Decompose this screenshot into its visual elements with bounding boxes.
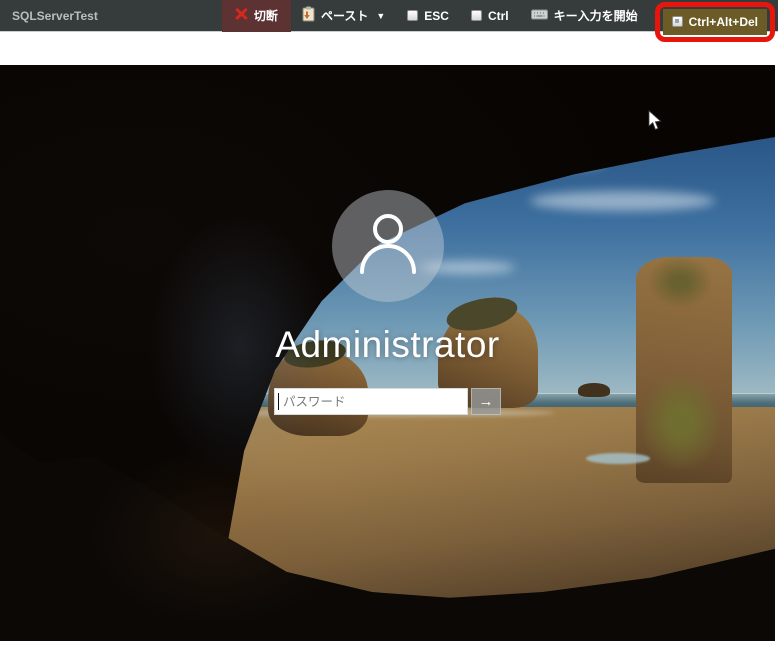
wallpaper-tide-pool: [586, 453, 650, 464]
mouse-cursor-icon: [648, 109, 662, 136]
user-avatar: [331, 190, 444, 302]
keyboard-icon: [530, 9, 548, 23]
disconnect-button[interactable]: 切断: [221, 0, 291, 32]
toolbar-buttons: 切断 ペースト ▼ ESC Ctrl キー入力を開始 Ctrl+Alt+Del: [221, 0, 775, 42]
wallpaper-cave-sheen: [85, 443, 350, 628]
start-key-input-button[interactable]: キー入力を開始: [520, 0, 649, 32]
annotation-highlight: Ctrl+Alt+Del: [654, 1, 775, 42]
remote-desktop-screen[interactable]: Administrator →: [0, 65, 775, 641]
password-submit-button[interactable]: →: [471, 388, 501, 415]
start-key-input-label: キー入力を開始: [553, 9, 638, 23]
ctrl-alt-del-label: Ctrl+Alt+Del: [688, 14, 758, 29]
ctrl-button[interactable]: Ctrl: [460, 0, 520, 32]
password-field-wrap: [274, 388, 468, 415]
ctrl-alt-del-button[interactable]: Ctrl+Alt+Del: [662, 8, 767, 35]
esc-button[interactable]: ESC: [396, 0, 460, 32]
ctrl-alt-del-key-icon: [671, 16, 683, 27]
ctrl-key-icon: [470, 10, 482, 21]
submit-arrow-icon: →: [478, 393, 494, 410]
ctrl-label: Ctrl: [487, 8, 509, 23]
login-panel: Administrator →: [0, 190, 775, 415]
remote-console-window: SQLServerTest 切断 ペースト ▼ ESC Ctrl キー入力を開始…: [0, 0, 778, 646]
paste-dropdown-caret: ▼: [376, 10, 386, 21]
paste-button[interactable]: ペースト ▼: [291, 0, 396, 32]
esc-label: ESC: [424, 8, 449, 23]
esc-key-icon: [407, 10, 419, 21]
password-input[interactable]: [274, 388, 468, 415]
disconnect-x-icon: [235, 8, 248, 23]
disconnect-label: 切断: [253, 9, 278, 23]
paste-label: ペースト: [320, 9, 369, 23]
console-toolbar: SQLServerTest 切断 ペースト ▼ ESC Ctrl キー入力を開始…: [0, 0, 778, 42]
username-label: Administrator: [275, 324, 500, 365]
session-title: SQLServerTest: [12, 8, 98, 23]
password-row: →: [274, 388, 501, 415]
paste-clipboard-icon: [302, 6, 315, 25]
text-caret: [278, 393, 279, 410]
user-avatar-icon: [355, 208, 421, 285]
